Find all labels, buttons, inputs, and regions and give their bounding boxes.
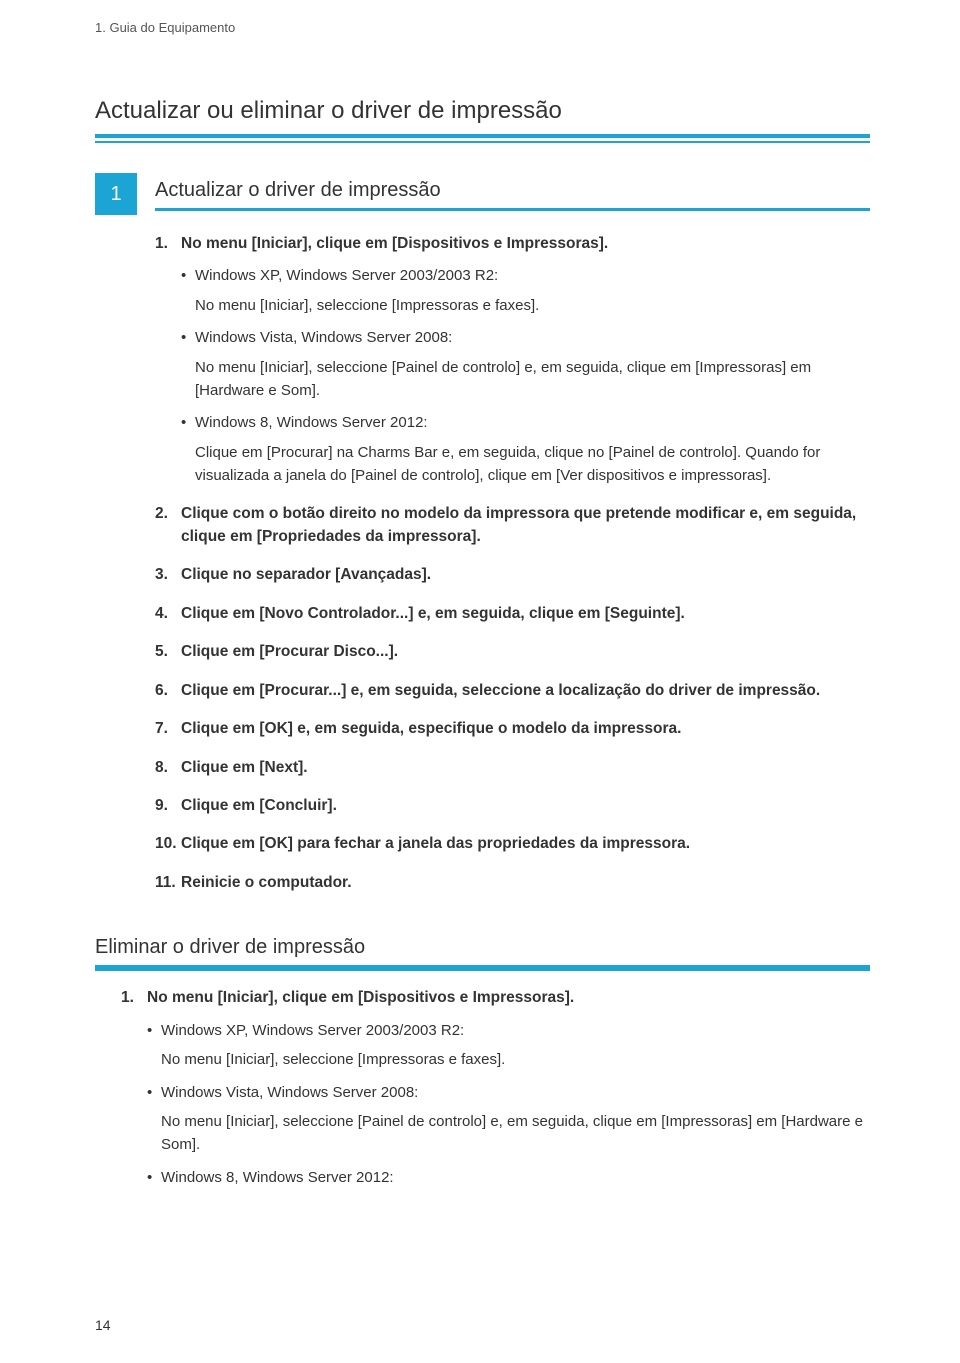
bullet-vista: •Windows Vista, Windows Server 2008: No … [181,327,870,402]
bullet-icon: • [147,1167,161,1190]
step-10: 10. Clique em [OK] para fechar a janela … [155,833,870,855]
title-underline [95,141,870,143]
step-text: Clique em [Procurar Disco...]. [181,641,870,663]
s2-bullet-vista: •Windows Vista, Windows Server 2008: No … [147,1082,870,1157]
step-7: 7. Clique em [OK] e, em seguida, especif… [155,718,870,740]
step-text: Clique em [Procurar...] e, em seguida, s… [181,680,870,702]
step-num: 4. [155,603,181,625]
step-num: 10. [155,833,181,855]
bullet-body: No menu [Iniciar], seleccione [Impressor… [161,1048,870,1071]
breadcrumb: 1. Guia do Equipamento [95,20,870,35]
subsection-underline [95,969,870,971]
bullet-label: Windows XP, Windows Server 2003/2003 R2: [161,1020,870,1043]
step-1: 1. No menu [Iniciar], clique em [Disposi… [155,233,870,255]
bullet-win8: •Windows 8, Windows Server 2012: Clique … [181,412,870,487]
step-num: 1. [155,233,181,255]
step-text: Reinicie o computador. [181,872,870,894]
step-num: 9. [155,795,181,817]
bullet-label: Windows 8, Windows Server 2012: [161,1167,870,1190]
step-9: 9. Clique em [Concluir]. [155,795,870,817]
step-text: Clique em [OK] e, em seguida, especifiqu… [181,718,870,740]
step-text: Clique em [Concluir]. [181,795,870,817]
step-text: Clique com o botão direito no modelo da … [181,503,870,548]
bullet-winxp: •Windows XP, Windows Server 2003/2003 R2… [181,265,870,317]
step-2: 2. Clique com o botão direito no modelo … [155,503,870,548]
bullet-icon: • [181,412,195,435]
section2-content: 1. No menu [Iniciar], clique em [Disposi… [121,987,870,1189]
bullet-icon: • [181,265,195,288]
bullet-icon: • [181,327,195,350]
page-number: 14 [95,1317,111,1333]
step-num: 7. [155,718,181,740]
s2-step-1: 1. No menu [Iniciar], clique em [Disposi… [121,987,870,1009]
step-3: 3. Clique no separador [Avançadas]. [155,564,870,586]
bullet-label: Windows XP, Windows Server 2003/2003 R2: [195,265,870,288]
step-text: No menu [Iniciar], clique em [Dispositiv… [147,987,870,1009]
bullet-body: No menu [Iniciar], seleccione [Painel de… [161,1110,870,1157]
bullet-icon: • [147,1082,161,1105]
bullet-body: Clique em [Procurar] na Charms Bar e, em… [195,441,870,488]
step-text: Clique em [Next]. [181,757,870,779]
step-text: Clique em [Novo Controlador...] e, em se… [181,603,870,625]
step-11: 11. Reinicie o computador. [155,872,870,894]
page-title: Actualizar ou eliminar o driver de impre… [95,97,870,138]
bullet-label: Windows 8, Windows Server 2012: [195,412,870,435]
step-5: 5. Clique em [Procurar Disco...]. [155,641,870,663]
step-6: 6. Clique em [Procurar...] e, em seguida… [155,680,870,702]
bullet-icon: • [147,1020,161,1043]
bullet-label: Windows Vista, Windows Server 2008: [195,327,870,350]
s2-bullet-winxp: •Windows XP, Windows Server 2003/2003 R2… [147,1020,870,1072]
step-text: Clique no separador [Avançadas]. [181,564,870,586]
bullet-body: No menu [Iniciar], seleccione [Impressor… [195,294,870,317]
s2-bullet-win8: •Windows 8, Windows Server 2012: [147,1167,870,1190]
bullet-body: No menu [Iniciar], seleccione [Painel de… [195,356,870,403]
step-num: 6. [155,680,181,702]
step-4: 4. Clique em [Novo Controlador...] e, em… [155,603,870,625]
step-num: 5. [155,641,181,663]
chapter-badge: 1 [95,173,137,215]
section-title-delete: Eliminar o driver de impressão [95,936,870,969]
step-num: 11. [155,872,181,894]
section-title-update: Actualizar o driver de impressão [155,179,870,211]
bullet-label: Windows Vista, Windows Server 2008: [161,1082,870,1105]
step-text: Clique em [OK] para fechar a janela das … [181,833,870,855]
step-text: No menu [Iniciar], clique em [Dispositiv… [181,233,870,255]
step-num: 8. [155,757,181,779]
section1-content: 1. No menu [Iniciar], clique em [Disposi… [155,233,870,894]
step-num: 3. [155,564,181,586]
step-num: 1. [121,987,147,1009]
step-num: 2. [155,503,181,548]
step-8: 8. Clique em [Next]. [155,757,870,779]
